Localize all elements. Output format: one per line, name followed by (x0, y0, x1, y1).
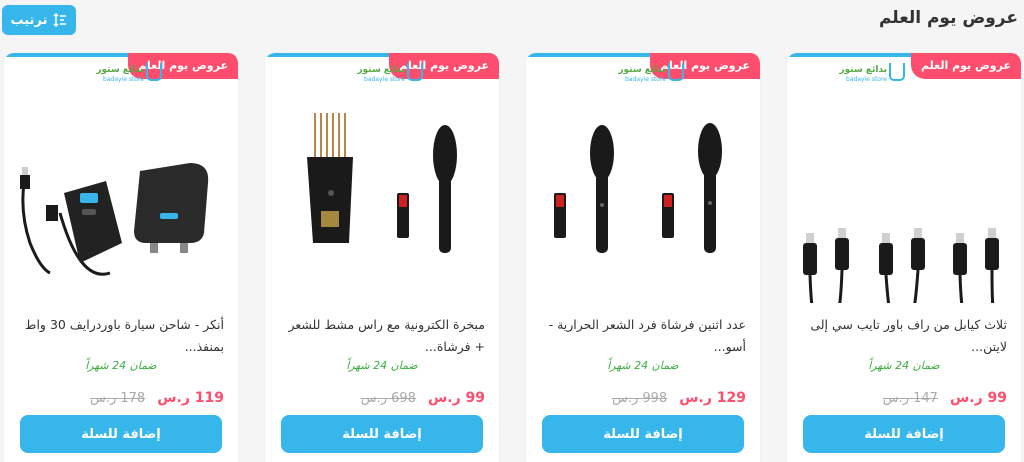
product-title[interactable]: عدد اثنين فرشاة فرد الشعر الحرارية - أسو… (540, 314, 746, 358)
product-card[interactable]: عروض يوم العلم بدائع ستور badayie store … (526, 53, 760, 462)
price-row: 119 ر.س 178 ر.س (90, 390, 224, 406)
section-header: عروض يوم العلم ترتيب (0, 0, 1024, 40)
usb-c-lightning-cables-image[interactable] (793, 93, 1015, 314)
add-to-cart-button[interactable]: إضافة للسلة (542, 415, 744, 453)
section-title: عروض يوم العلم (878, 8, 1018, 28)
price-row: 99 ر.س 147 ر.س (883, 390, 1007, 406)
product-card[interactable]: عروض يوم العلم بدائع ستور badayie store … (4, 53, 238, 462)
current-price: 129 ر.س (679, 390, 746, 406)
product-title[interactable]: مبخرة الكترونية مع راس مشط للشعر + فرشاة… (279, 314, 485, 358)
sort-button[interactable]: ترتيب (2, 5, 76, 35)
current-price: 99 ر.س (427, 390, 485, 406)
warranty-label: ضمان 24 شهراً (85, 359, 157, 372)
old-price: 147 ر.س (882, 390, 938, 406)
hair-straightener-brushes-image[interactable] (532, 93, 754, 303)
anker-car-charger-image[interactable] (10, 93, 232, 303)
add-to-cart-button[interactable]: إضافة للسلة (803, 415, 1005, 453)
current-price: 119 ر.س (157, 390, 224, 406)
product-title[interactable]: أنكر - شاحن سيارة باوردرايف 30 واط بمنفذ… (18, 314, 224, 358)
store-logo: بدائع ستور badayie store (606, 63, 684, 85)
product-card[interactable]: عروض يوم العلم بدائع ستور badayie store (265, 53, 499, 462)
sort-icon (53, 13, 67, 27)
add-to-cart-button[interactable]: إضافة للسلة (20, 415, 222, 453)
store-logo: بدائع ستور badayie store (84, 63, 162, 85)
store-logo: بدائع ستور badayie store (827, 63, 905, 85)
old-price: 698 ر.س (360, 390, 416, 406)
store-logo-icon (668, 63, 684, 81)
warranty-label: ضمان 24 شهراً (607, 359, 679, 372)
store-logo-icon (889, 63, 905, 81)
old-price: 998 ر.س (611, 390, 668, 406)
old-price: 178 ر.س (89, 390, 146, 406)
store-logo-icon (407, 63, 423, 81)
offer-badge: عروض يوم العلم (911, 53, 1021, 79)
warranty-label: ضمان 24 شهراً (868, 359, 940, 372)
price-row: 129 ر.س 998 ر.س (612, 390, 746, 406)
store-logo-icon (146, 63, 162, 81)
incense-burner-comb-brush-image[interactable] (271, 93, 493, 303)
warranty-label: ضمان 24 شهراً (346, 359, 418, 372)
product-title[interactable]: ثلاث كيابل من راف باور تايب سي إلى لايتن… (801, 314, 1007, 358)
sort-label: ترتيب (10, 12, 48, 28)
product-card[interactable]: عروض يوم العلم بدائع ستور badayie store (787, 53, 1021, 462)
add-to-cart-button[interactable]: إضافة للسلة (281, 415, 483, 453)
store-logo: بدائع ستور badayie store (345, 63, 423, 85)
current-price: 99 ر.س (949, 390, 1007, 406)
price-row: 99 ر.س 698 ر.س (361, 390, 485, 406)
